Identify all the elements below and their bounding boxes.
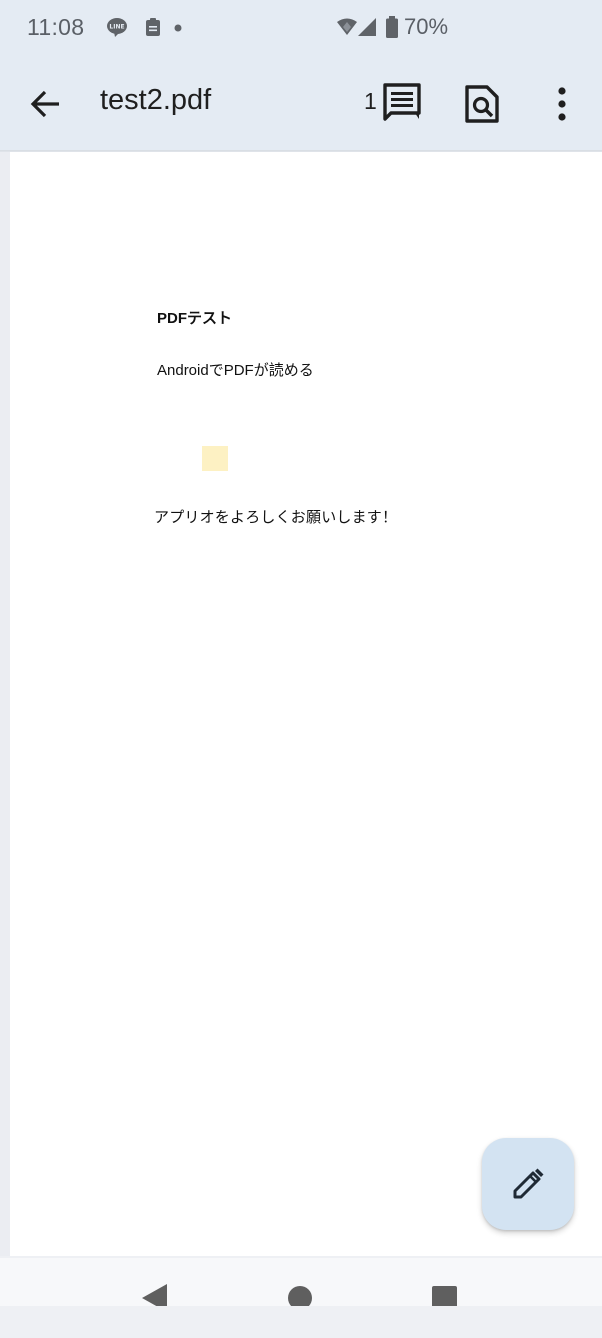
page-gutter — [0, 152, 10, 1256]
find-in-page-icon[interactable] — [464, 84, 500, 124]
pdf-heading: PDFテスト — [157, 310, 233, 327]
clipboard-icon — [146, 18, 160, 36]
pdf-text-line: AndroidでPDFが読める — [157, 362, 314, 379]
document-title: test2.pdf — [100, 84, 212, 116]
signal-icon — [358, 18, 376, 36]
system-nav-bar — [0, 1258, 602, 1312]
battery-percentage: 70% — [404, 14, 449, 39]
pdf-body-text: アプリオをよろしくお願いします！ — [154, 508, 398, 526]
status-time: 11:08 — [27, 14, 85, 40]
svg-text:LINE: LINE — [109, 24, 124, 31]
comment-count[interactable]: 1 — [364, 88, 377, 115]
sticky-note-annotation[interactable] — [202, 446, 228, 471]
comment-icon[interactable] — [382, 82, 422, 124]
more-vert-icon[interactable] — [548, 86, 576, 122]
bottom-strip — [0, 1306, 602, 1338]
status-bar: 11:08 LINE 70% — [0, 0, 602, 56]
wifi-icon — [337, 18, 357, 35]
pdf-page[interactable]: PDFテスト AndroidでPDFが読める アプリオをよろしくお願いします！ — [10, 152, 602, 1256]
line-app-icon: LINE — [107, 18, 127, 37]
dot-icon — [174, 24, 182, 32]
edit-fab[interactable] — [482, 1138, 574, 1230]
app-bar: test2.pdf 1 — [0, 56, 602, 150]
back-arrow-icon[interactable] — [28, 86, 64, 122]
edit-pencil-icon — [513, 1168, 544, 1199]
battery-icon — [386, 16, 398, 38]
